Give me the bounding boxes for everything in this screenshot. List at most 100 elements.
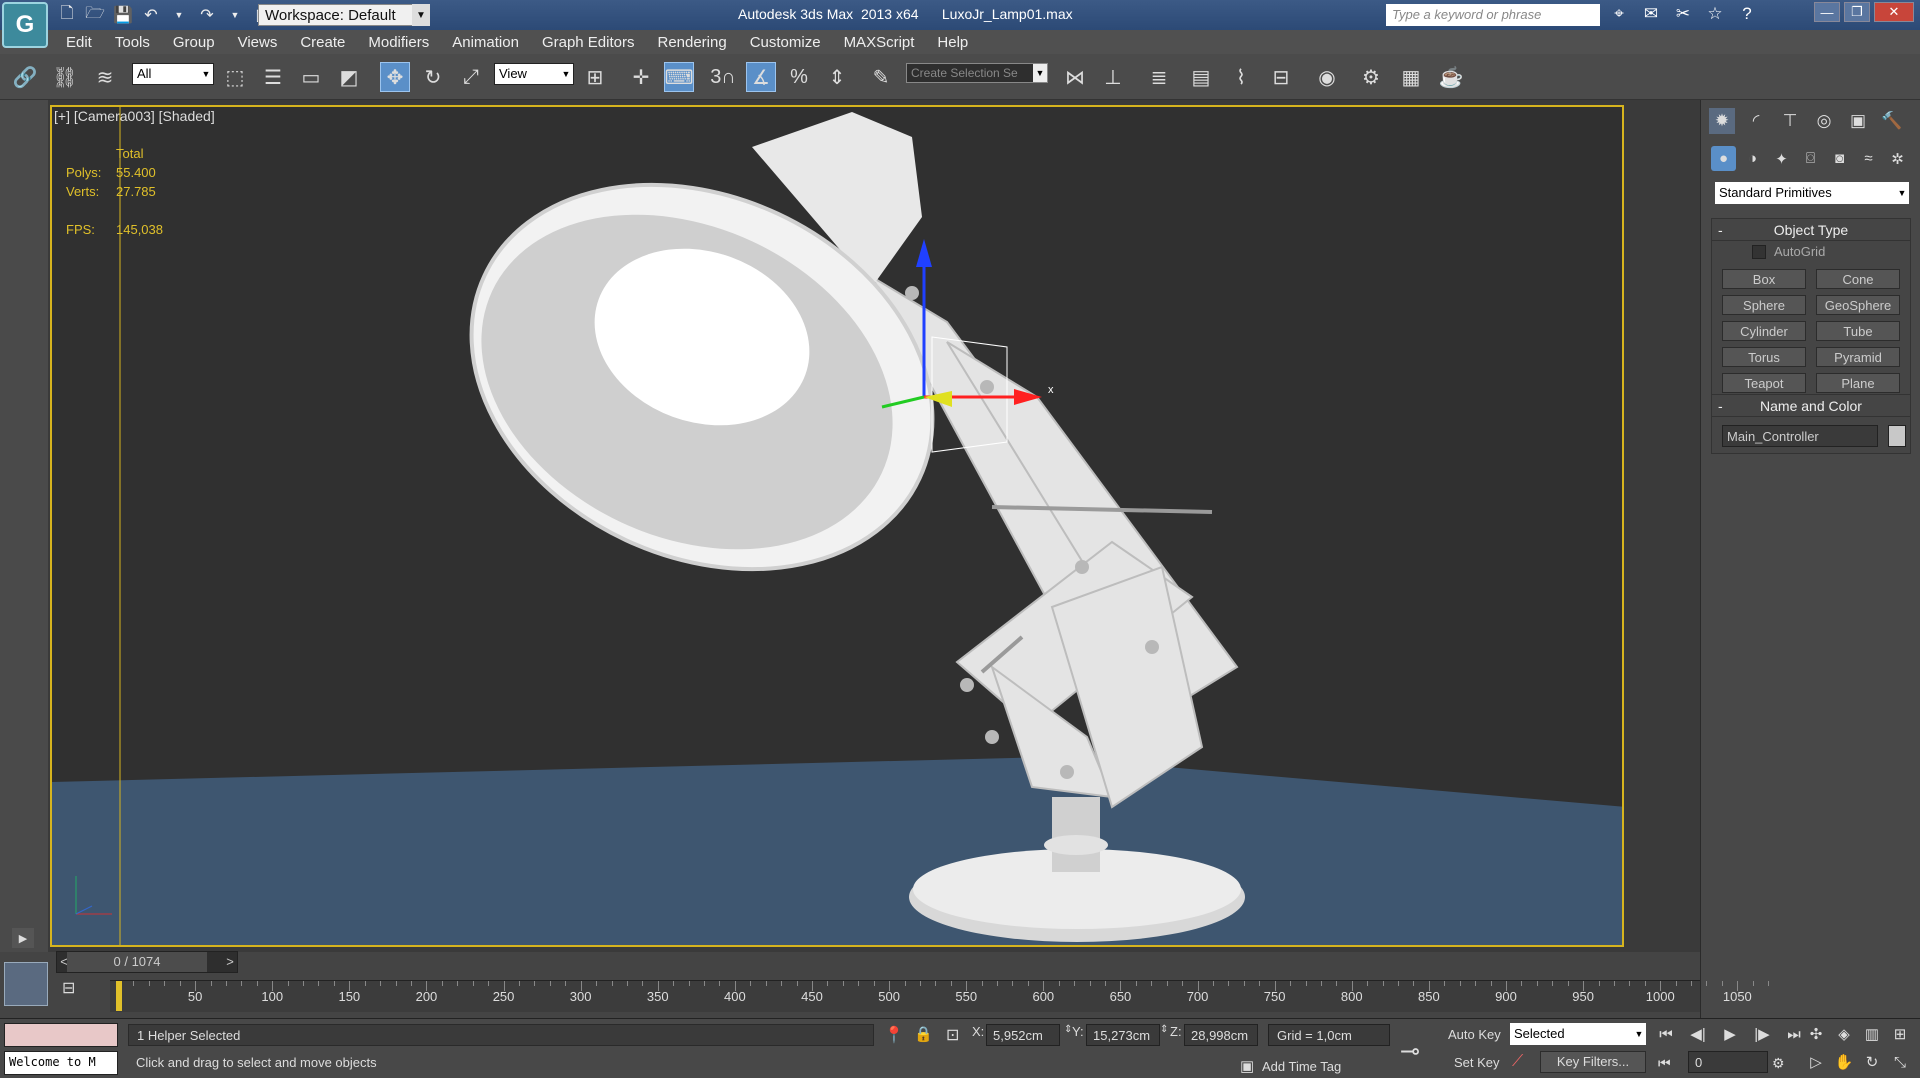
close-icon[interactable]: ✕ [1874,2,1914,22]
menu-customize[interactable]: Customize [750,34,821,51]
create-tab-icon[interactable]: ✹ [1709,108,1735,134]
set-key-key-icon[interactable]: ⊸ [1400,1037,1420,1066]
object-type-header[interactable]: - Object Type [1712,219,1910,241]
mirror-icon[interactable]: ⋈ [1060,62,1090,92]
field-of-view-icon[interactable]: ▷ [1804,1051,1828,1073]
communication-center-icon[interactable]: ✉ [1640,4,1662,24]
time-tag-icon[interactable]: ▣ [1240,1057,1254,1075]
play-triangle-icon[interactable]: ▶ [12,928,34,948]
maximize-icon[interactable]: ❐ [1844,2,1870,22]
zoom-extents-icon[interactable]: ▥ [1860,1023,1884,1045]
next-key-icon[interactable]: |▶ [1750,1023,1774,1045]
current-frame-field[interactable]: 0 [1688,1051,1768,1073]
render-production-icon[interactable]: ☕ [1436,62,1466,92]
motion-tab-icon[interactable]: ◎ [1811,108,1837,134]
time-configuration-icon[interactable]: ⚙ [1772,1055,1785,1072]
systems-icon[interactable]: ✲ [1885,146,1910,171]
play-icon[interactable]: ▶ [1718,1023,1742,1045]
snaps-toggle-icon[interactable]: 3 ∩ [708,62,738,92]
x-coordinate-field[interactable]: 5,952cm [986,1024,1060,1046]
menu-rendering[interactable]: Rendering [657,34,726,51]
key-mode-toggle-icon[interactable]: ⏮ [1658,1055,1671,1072]
maxscript-listener-output[interactable]: Welcome to M [4,1051,118,1075]
key-filters-button[interactable]: Key Filters... [1540,1051,1646,1073]
shapes-icon[interactable]: ◑ [1740,146,1765,171]
utilities-tab-icon[interactable]: 🔨 [1879,108,1905,134]
zoom-icon[interactable]: ✣ [1804,1023,1828,1045]
menu-animation[interactable]: Animation [452,34,519,51]
binoculars-icon[interactable]: ⌖ [1608,4,1630,24]
selection-filter-dropdown[interactable]: All ▼ [132,63,214,85]
default-in-out-tangent-icon[interactable]: ⟋ [1512,1053,1523,1071]
named-selection-sets-dropdown[interactable]: Create Selection Se ▼ [906,63,1048,83]
rectangular-region-icon[interactable]: ▭ [296,62,326,92]
redo-dropdown-icon[interactable]: ▼ [224,4,246,26]
y-spinner-icon[interactable]: ⇕ [1160,1024,1168,1035]
menu-tools[interactable]: Tools [115,34,150,51]
go-to-start-icon[interactable]: ⏮ [1654,1023,1678,1045]
layer-manager-icon[interactable]: ≣ [1144,62,1174,92]
reference-coordinate-dropdown[interactable]: View ▼ [494,63,574,85]
pyramid-button[interactable]: Pyramid [1816,347,1900,367]
box-button[interactable]: Box [1722,269,1806,289]
window-crossing-icon[interactable]: ◩ [334,62,364,92]
menu-graph-editors[interactable]: Graph Editors [542,34,635,51]
space-warps-icon[interactable]: ≈ [1856,146,1881,171]
camera-viewport[interactable]: x [50,105,1624,947]
name-and-color-header[interactable]: - Name and Color [1712,395,1910,417]
menu-create[interactable]: Create [300,34,345,51]
viewport-label[interactable]: [+] [Camera003] [Shaded] [54,108,215,124]
next-frame-icon[interactable]: > [223,952,237,972]
select-object-icon[interactable]: ⬚ [220,62,250,92]
lights-icon[interactable]: ✦ [1769,146,1794,171]
align-icon[interactable]: ⊥ [1098,62,1128,92]
plane-button[interactable]: Plane [1816,373,1900,393]
pan-hand-icon[interactable]: ✋ [1832,1051,1856,1073]
undo-dropdown-icon[interactable]: ▼ [168,4,190,26]
torus-button[interactable]: Torus [1722,347,1806,367]
render-setup-icon[interactable]: ⚙ [1356,62,1386,92]
exchange-icon[interactable]: ✂ [1672,4,1694,24]
redo-icon[interactable]: ↷ [196,4,218,26]
mini-curve-editor-icon[interactable] [4,962,48,1006]
cone-button[interactable]: Cone [1816,269,1900,289]
menu-edit[interactable]: Edit [66,34,92,51]
y-coordinate-field[interactable]: 15,273cm [1086,1024,1160,1046]
angle-snap-icon[interactable]: ∡ [746,62,776,92]
menu-group[interactable]: Group [173,34,215,51]
workspace-dropdown[interactable]: Workspace: Default [258,4,430,26]
time-slider-thumb[interactable]: 0 / 1074 [67,952,207,972]
orbit-icon[interactable]: ↻ [1860,1051,1884,1073]
go-to-end-icon[interactable]: ⏭ [1782,1023,1806,1045]
geosphere-button[interactable]: GeoSphere [1816,295,1900,315]
help-icon[interactable]: ? [1736,4,1758,24]
schematic-view-icon[interactable]: ⊟ [1266,62,1296,92]
hierarchy-tab-icon[interactable]: ⊤ [1777,108,1803,134]
geometry-icon[interactable]: ● [1711,146,1736,171]
maximize-viewport-icon[interactable]: ⤡ [1888,1051,1912,1073]
select-and-move-icon[interactable]: ✥ [380,62,410,92]
percent-snap-icon[interactable]: % [784,62,814,92]
maximize-toggle-icon[interactable]: ⊞ [1888,1023,1912,1045]
selection-lock-icon[interactable]: 🔒 [914,1025,933,1043]
new-file-icon[interactable]: 🗋 [56,4,78,26]
search-input[interactable]: Type a keyword or phrase [1386,4,1600,26]
app-logo-icon[interactable]: G [2,2,48,48]
select-and-rotate-icon[interactable]: ↻ [418,62,448,92]
object-name-field[interactable]: Main_Controller [1722,425,1878,447]
unlink-icon[interactable]: ⛓ [50,62,80,92]
graphite-ribbon-icon[interactable]: ▤ [1186,62,1216,92]
time-slider[interactable]: < 0 / 1074 > [56,951,238,973]
keyboard-shortcut-override-icon[interactable]: ⌨ [664,62,694,92]
primitive-type-dropdown[interactable]: Standard Primitives ▼ [1715,182,1909,204]
teapot-button[interactable]: Teapot [1722,373,1806,393]
previous-key-icon[interactable]: ◀| [1686,1023,1710,1045]
select-by-name-icon[interactable]: ☰ [258,62,288,92]
zoom-all-icon[interactable]: ◈ [1832,1023,1856,1045]
cylinder-button[interactable]: Cylinder [1722,321,1806,341]
tube-button[interactable]: Tube [1816,321,1900,341]
save-icon[interactable]: 💾 [112,4,134,26]
scene-render[interactable]: x [52,107,1624,947]
maxscript-mini-listener[interactable] [4,1023,118,1047]
curve-editor-icon[interactable]: ⌇ [1226,62,1256,92]
